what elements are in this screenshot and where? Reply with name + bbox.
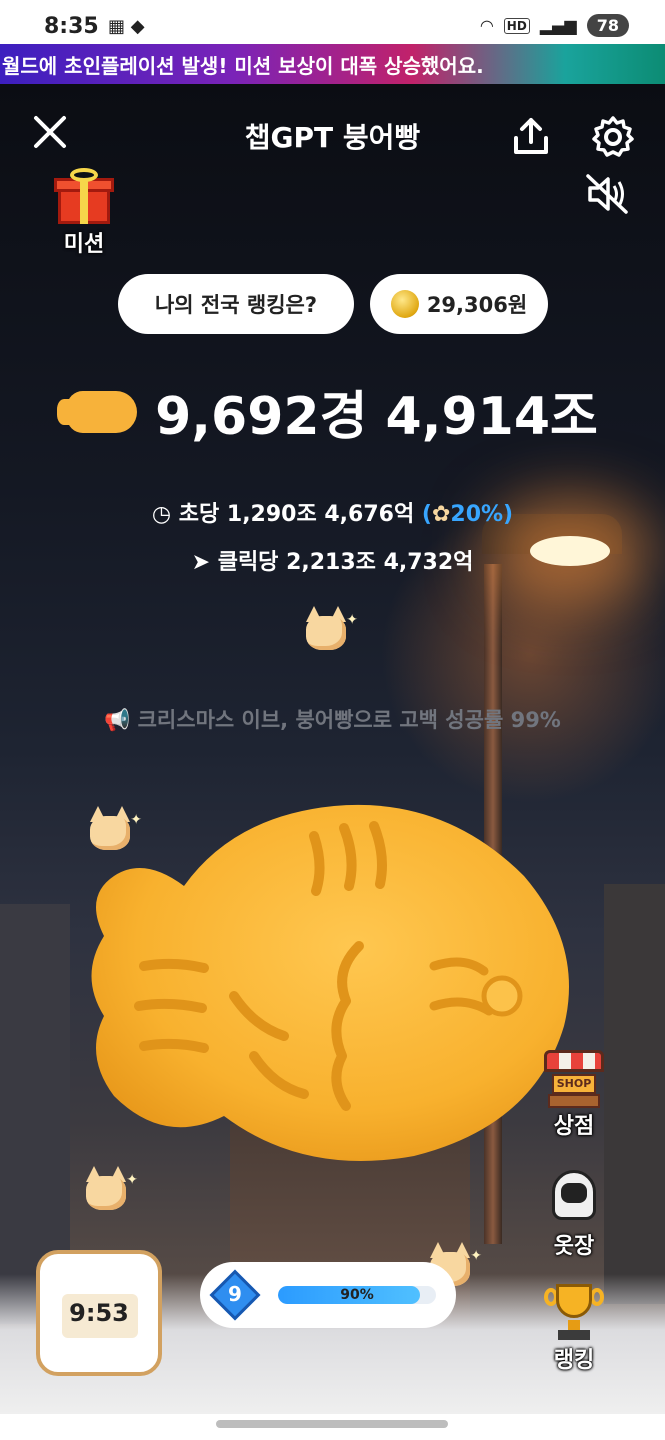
shop-icon: SHOP xyxy=(542,1046,606,1108)
mission-label: 미션 xyxy=(63,232,105,257)
notice-ticker[interactable]: 📢 크리스마스 이브, 붕어빵으로 고백 성공률 99% xyxy=(0,704,665,734)
bungeoppang-click-target[interactable] xyxy=(84,796,584,1166)
shop-button[interactable]: SHOP 상점 xyxy=(538,1046,610,1140)
shop-label: 상점 xyxy=(553,1114,595,1139)
bungeoppang-icon xyxy=(91,804,569,1161)
share-button[interactable] xyxy=(508,114,554,160)
score-value: 9,692경 4,914조 xyxy=(155,387,598,447)
closet-label: 옷장 xyxy=(553,1234,595,1259)
bonus-timer-button[interactable]: 9:53 xyxy=(36,1250,162,1376)
network-label: HD xyxy=(503,17,530,34)
level-number: 9 xyxy=(228,1282,242,1306)
cursor-icon: ➤ xyxy=(191,550,211,575)
ranking-button[interactable]: 랭킹 xyxy=(538,1280,610,1374)
closet-button[interactable]: 옷장 xyxy=(538,1166,610,1260)
timer-value: 9:53 xyxy=(69,1299,129,1327)
trophy-icon xyxy=(542,1280,606,1342)
status-time: 8:35 xyxy=(44,14,99,39)
per-second-bonus: 20%) xyxy=(450,502,514,527)
page-title: 챕GPT 붕어빵 xyxy=(244,121,421,154)
share-icon xyxy=(514,118,548,154)
background-house-right xyxy=(604,884,665,1304)
status-bar: 8:35 ▦ ◆ ◠ HD ▂▄▆ 78 xyxy=(0,0,665,44)
per-second-bonus-open: ( xyxy=(421,502,432,527)
bungeoppang-icon xyxy=(57,390,138,433)
announcement-banner[interactable]: 월드에 초인플레이션 발생! 미션 보상이 대폭 상승했어요. xyxy=(0,44,665,84)
level-gem-icon: 9 xyxy=(209,1269,261,1321)
per-click-label: 클릭당 2,213조 4,732억 xyxy=(217,550,474,575)
level-progress-bar: 90% xyxy=(278,1286,436,1304)
money-balance[interactable]: 29,306원 xyxy=(370,274,548,334)
cat-helper[interactable]: ✦ xyxy=(80,1164,138,1212)
notification-icons: ▦ ◆ xyxy=(108,16,145,37)
helmet-icon xyxy=(542,1166,606,1228)
level-progress[interactable]: 9 90% xyxy=(200,1262,456,1328)
sound-toggle-button[interactable] xyxy=(584,172,630,216)
megaphone-icon: 📢 xyxy=(104,708,131,732)
battery-indicator: 78 xyxy=(586,14,629,37)
level-progress-text: 90% xyxy=(340,1287,374,1303)
ranking-pill-label: 나의 전국 랭킹은? xyxy=(154,293,318,317)
gift-icon xyxy=(54,168,114,224)
mission-button[interactable]: 미션 xyxy=(50,168,118,258)
coin-stack-icon xyxy=(390,290,419,318)
gear-icon xyxy=(592,116,634,157)
signal-icon: ▂▄▆ xyxy=(539,16,577,35)
notice-text: 크리스마스 이브, 붕어빵으로 고백 성공률 99% xyxy=(137,708,561,732)
banner-text: 월드에 초인플레이션 발생! 미션 보상이 대폭 상승했어요. xyxy=(2,53,484,78)
status-right: ◠ HD ▂▄▆ 78 xyxy=(480,14,629,37)
shop-sign: SHOP xyxy=(552,1074,596,1094)
wifi-icon: ◠ xyxy=(479,16,494,35)
score-display: 9,692경 4,914조 xyxy=(0,374,665,449)
national-ranking-button[interactable]: 나의 전국 랭킹은? xyxy=(118,274,354,334)
home-indicator[interactable] xyxy=(216,1420,448,1428)
cat-mini-icon: ✿ xyxy=(431,502,451,527)
speaker-muted-icon xyxy=(586,174,628,214)
clock-icon: ◷ xyxy=(151,502,172,527)
per-second-label: 초당 1,290조 4,676억 xyxy=(178,502,415,527)
game-scene: 챕GPT 붕어빵 미션 나의 전국 랭킹은? 29,306원 9,692경 4,… xyxy=(0,84,665,1414)
money-amount: 29,306원 xyxy=(426,293,528,317)
ranking-label: 랭킹 xyxy=(553,1348,595,1373)
per-second-rate: ◷ 초당 1,290조 4,676억 (✿20%) xyxy=(0,496,665,528)
settings-button[interactable] xyxy=(590,114,636,160)
per-click-rate: ➤ 클릭당 2,213조 4,732억 xyxy=(0,544,665,576)
cat-helper[interactable]: ✦ xyxy=(300,604,358,652)
